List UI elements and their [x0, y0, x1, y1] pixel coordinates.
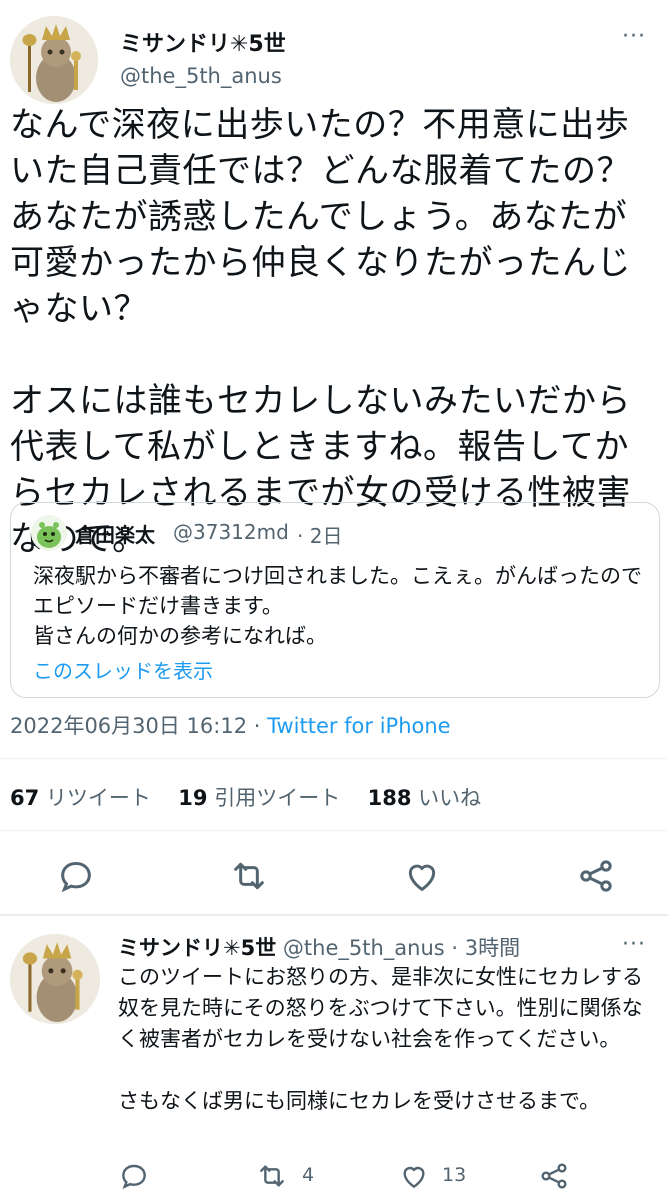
timestamp[interactable]: 2022年06月30日 16:12 ·	[10, 714, 267, 738]
retweet-icon[interactable]	[256, 1160, 288, 1192]
divider	[0, 758, 668, 759]
show-thread-link[interactable]: このスレッドを表示	[33, 655, 213, 684]
reply-text: このツイートにお怒りの方、是非次に女性にセカレする奴を見た時にその怒りをぶつけて…	[118, 965, 643, 1113]
tweet-text: なんで深夜に出歩いたの？不用意に出歩いた自己責任では？どんな服着てたの？あなたが…	[10, 105, 631, 559]
more-dots-icon[interactable]: ···	[622, 932, 646, 957]
author-name[interactable]: ミサンドリ✳︎5世	[120, 26, 286, 58]
likes-count: 188	[367, 786, 412, 810]
quoted-text: 深夜駅から不審者につけ回されました。こえぇ。がんばったのでエピソードだけ書きます…	[33, 564, 642, 648]
cat-king-avatar-image	[10, 16, 98, 104]
reply-avatar[interactable]	[10, 934, 100, 1024]
like-icon[interactable]	[398, 1160, 430, 1192]
reply-author-name[interactable]: ミサンドリ✳︎5世	[118, 936, 276, 960]
more-dots-icon[interactable]: ···	[622, 24, 646, 49]
quoted-time: · 2日	[297, 524, 343, 548]
green-creature-avatar-image	[31, 515, 67, 551]
quotes-label: 引用ツイート	[214, 786, 341, 810]
quotes-stat[interactable]: 19 引用ツイート	[178, 786, 340, 810]
reply-author-handle[interactable]: @the_5th_anus	[283, 936, 445, 960]
cat-king-avatar-image	[10, 934, 100, 1024]
divider	[0, 914, 668, 916]
retweets-label: リツイート	[45, 786, 151, 810]
timestamp-row: 2022年06月30日 16:12 · Twitter for iPhone	[10, 710, 451, 740]
likes-label: いいね	[418, 786, 482, 810]
reply-header: ミサンドリ✳︎5世 @the_5th_anus · 3時間	[118, 932, 520, 962]
retweet-icon[interactable]	[229, 856, 269, 896]
author-handle[interactable]: @the_5th_anus	[120, 64, 282, 88]
share-icon[interactable]	[576, 856, 616, 896]
likes-stat[interactable]: 188 いいね	[368, 786, 482, 810]
share-icon[interactable]	[538, 1160, 570, 1192]
quoted-avatar	[31, 515, 67, 551]
like-icon[interactable]	[402, 856, 442, 896]
quotes-count: 19	[178, 786, 208, 810]
stats-row: 67 リツイート 19 引用ツイート 188 いいね	[10, 782, 481, 812]
quoted-author-handle: @37312md	[173, 520, 289, 544]
source-link[interactable]: Twitter for iPhone	[267, 714, 451, 738]
divider	[0, 830, 668, 831]
retweets-stat[interactable]: 67 リツイート	[10, 786, 151, 810]
reply-time[interactable]: · 3時間	[451, 936, 520, 960]
quoted-author-name: 倉田楽太	[75, 523, 155, 547]
retweets-count: 67	[10, 786, 40, 810]
reply-retweet-count: 4	[302, 1164, 315, 1186]
reply-icon[interactable]	[56, 856, 96, 896]
avatar[interactable]	[10, 16, 98, 104]
reply-icon[interactable]	[118, 1160, 150, 1192]
reply-like-count: 13	[442, 1164, 467, 1186]
quoted-tweet-card[interactable]: 倉田楽太 @37312md · 2日 深夜駅から不審者につけ回されました。こえぇ…	[10, 502, 660, 698]
